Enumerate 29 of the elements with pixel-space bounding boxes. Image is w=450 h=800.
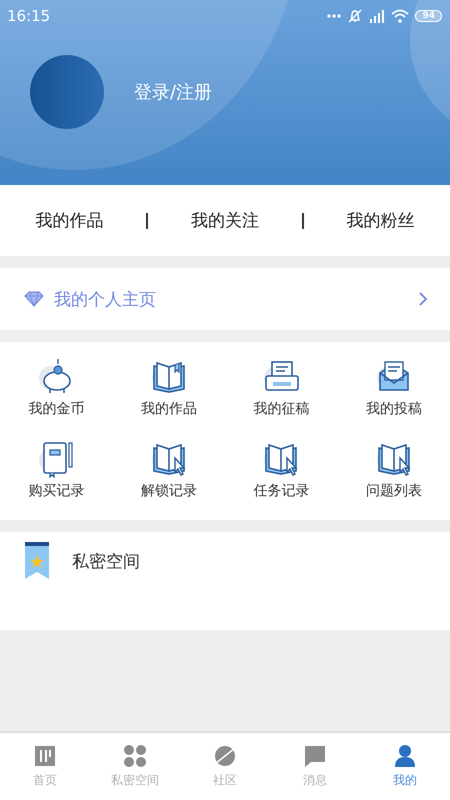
private-space-row[interactable]: 私密空间 [0,532,450,630]
tab-bar-item[interactable]: 我的 [360,733,450,800]
shortcut-item[interactable]: 问题列表 [338,438,450,514]
wifi-icon [391,9,410,23]
dots-icon [327,14,342,18]
stat-link[interactable]: 我的粉丝 [346,209,415,232]
grid-icon [123,744,147,768]
shortcut-item[interactable]: 我的征稿 [225,356,338,432]
muted-bell-icon [347,9,364,23]
signal-icon [369,9,386,23]
homepage-label: 我的个人主页 [54,288,157,310]
stat-link[interactable]: 我的作品 [35,209,104,232]
chat-icon [303,744,327,768]
shortcut-item[interactable]: 任务记录 [225,438,338,514]
shortcut-item[interactable]: 我的金币 [0,356,112,432]
shortcut-item[interactable]: 解锁记录 [112,438,225,514]
ribbon-star-icon [24,542,50,580]
chevron-right-icon [418,291,428,307]
planet-icon [213,744,237,768]
columns-icon [33,744,57,768]
battery-level: 94 [415,10,442,22]
stat-link[interactable]: 我的关注 [190,209,259,232]
shortcut-item[interactable]: 购买记录 [0,438,112,514]
person-icon [393,744,417,768]
shortcut-item[interactable]: 我的投稿 [338,356,450,432]
diamond-icon [24,291,44,307]
shortcut-item[interactable]: 我的作品 [112,356,225,432]
private-space-label: 私密空间 [72,551,140,573]
status-time: 16:15 [7,7,50,25]
